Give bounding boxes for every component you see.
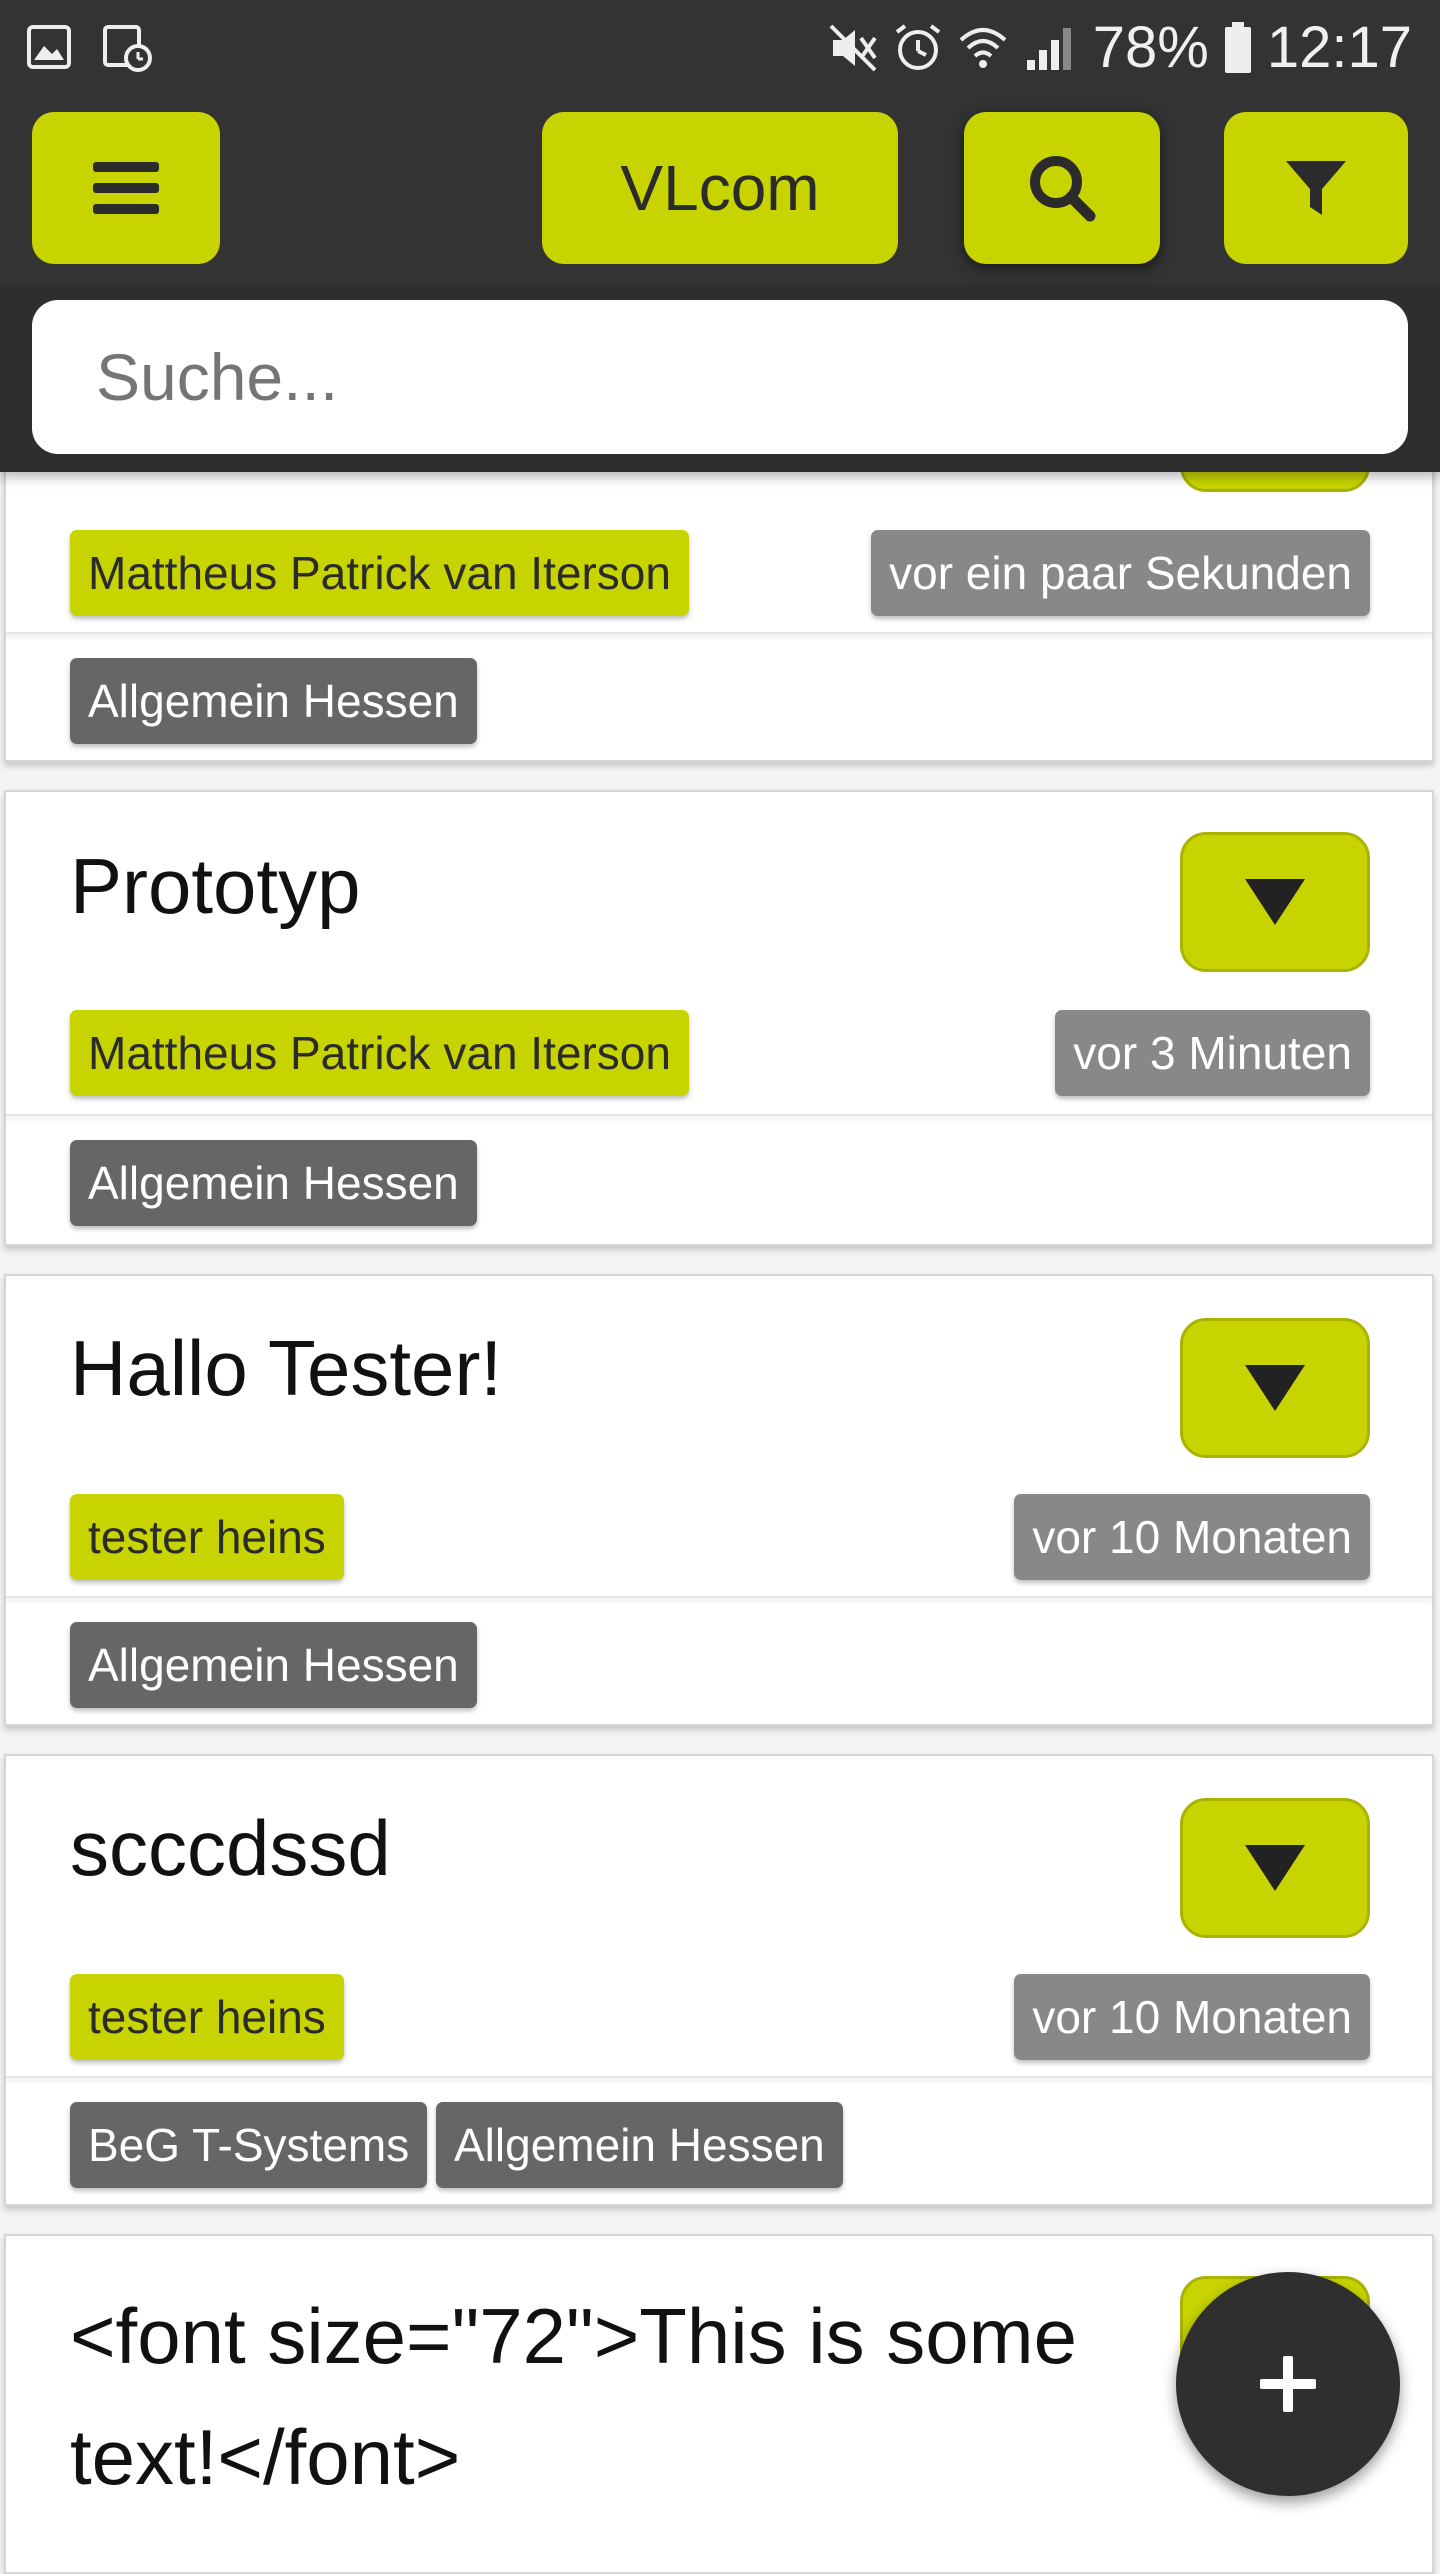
group-badge: Allgemein Hessen bbox=[70, 658, 477, 744]
search-bar bbox=[0, 286, 1440, 472]
message-card[interactable]: Prototyp Mattheus Patrick van Iterson vo… bbox=[4, 790, 1434, 1246]
group-badge: Allgemein Hessen bbox=[70, 1140, 477, 1226]
expand-button[interactable] bbox=[1180, 1318, 1370, 1458]
author-badge: tester heins bbox=[70, 1494, 344, 1580]
card-title: Prototyp bbox=[70, 842, 361, 930]
author-badge: tester heins bbox=[70, 1974, 344, 2060]
expand-button[interactable] bbox=[1180, 832, 1370, 972]
card-divider bbox=[6, 1114, 1432, 1116]
group-badge: Allgemein Hessen bbox=[436, 2102, 843, 2188]
triangle-down-icon bbox=[1245, 1365, 1305, 1411]
card-title: Hallo Tester! bbox=[70, 1324, 503, 1412]
plus-icon bbox=[1258, 2354, 1318, 2414]
card-title: scccdssd bbox=[70, 1804, 391, 1892]
time-badge: vor ein paar Sekunden bbox=[871, 530, 1370, 616]
card-divider bbox=[6, 632, 1432, 634]
card-title: <font size="72">This is some text!</font… bbox=[70, 2292, 1078, 2501]
author-badge: Mattheus Patrick van Iterson bbox=[70, 1010, 689, 1096]
add-message-button[interactable] bbox=[1176, 2272, 1400, 2496]
group-badge: BeG T-Systems bbox=[70, 2102, 428, 2188]
card-divider bbox=[6, 2076, 1432, 2078]
group-badge: Allgemein Hessen bbox=[70, 1622, 477, 1708]
time-badge: vor 10 Monaten bbox=[1014, 1494, 1370, 1580]
time-badge: vor 3 Minuten bbox=[1055, 1010, 1370, 1096]
card-divider bbox=[6, 1596, 1432, 1598]
search-input[interactable] bbox=[32, 300, 1408, 454]
expand-button[interactable] bbox=[1180, 1798, 1370, 1938]
triangle-down-icon bbox=[1245, 879, 1305, 925]
time-badge: vor 10 Monaten bbox=[1014, 1974, 1370, 2060]
message-card[interactable]: Hallo Tester! tester heins vor 10 Monate… bbox=[4, 1274, 1434, 1726]
message-card[interactable]: scccdssd tester heins vor 10 Monaten BeG… bbox=[4, 1754, 1434, 2206]
triangle-down-icon bbox=[1245, 1845, 1305, 1891]
author-badge: Mattheus Patrick van Iterson bbox=[70, 530, 689, 616]
